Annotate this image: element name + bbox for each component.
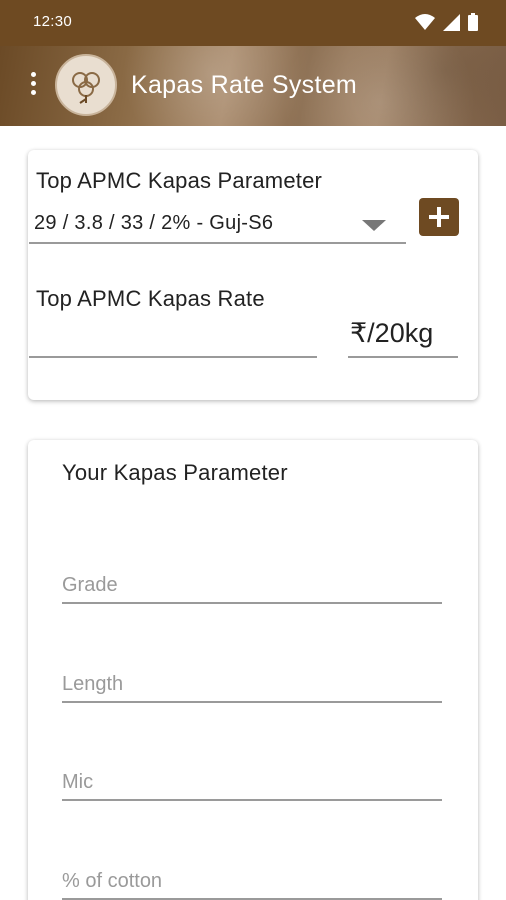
rate-unit-label: ₹/20kg [350, 318, 434, 348]
status-icons [415, 13, 478, 31]
battery-icon [468, 13, 478, 31]
app-bar: Kapas Rate System [0, 46, 506, 126]
more-vert-icon[interactable] [26, 72, 40, 102]
status-time: 12:30 [33, 13, 73, 30]
add-parameter-button[interactable] [419, 198, 459, 236]
signal-icon [443, 13, 460, 31]
your-kapas-card: Your Kapas Parameter [28, 440, 478, 900]
length-field[interactable] [62, 663, 442, 703]
cotton-percent-input[interactable] [62, 866, 442, 896]
chevron-down-icon [362, 220, 386, 231]
top-apmc-parameter-label: Top APMC Kapas Parameter [36, 168, 323, 193]
top-apmc-rate-label: Top APMC Kapas Rate [36, 286, 265, 311]
mic-field[interactable] [62, 761, 442, 801]
grade-input[interactable] [62, 570, 442, 600]
mic-input[interactable] [62, 767, 442, 797]
top-apmc-parameter-select[interactable]: 29 / 3.8 / 33 / 2% - Guj-S6 [29, 204, 406, 244]
length-input[interactable] [62, 669, 442, 699]
top-apmc-card: Top APMC Kapas Parameter 29 / 3.8 / 33 /… [28, 150, 478, 400]
rate-unit-field: ₹/20kg [348, 310, 458, 358]
select-value: 29 / 3.8 / 33 / 2% - Guj-S6 [34, 212, 274, 234]
your-kapas-parameter-heading: Your Kapas Parameter [62, 460, 288, 485]
cotton-logo-icon [55, 54, 117, 116]
cotton-percent-field[interactable] [62, 860, 442, 900]
top-apmc-rate-input[interactable] [29, 356, 317, 358]
app-title: Kapas Rate System [131, 71, 358, 99]
wifi-icon [415, 14, 435, 30]
plus-icon [429, 207, 449, 227]
grade-field[interactable] [62, 564, 442, 604]
status-bar: 12:30 [0, 0, 506, 46]
